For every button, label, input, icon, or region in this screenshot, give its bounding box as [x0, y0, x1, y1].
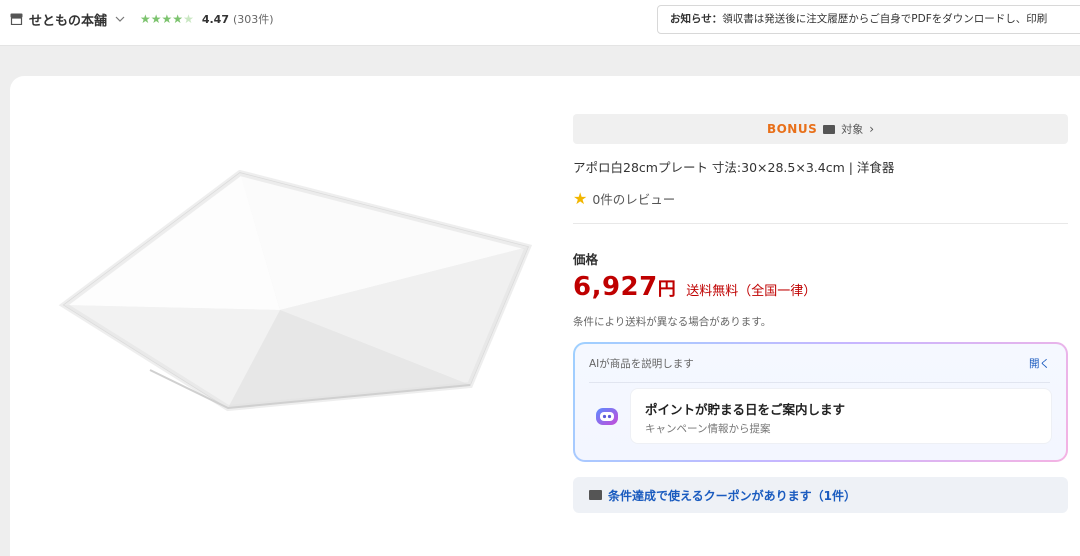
star-icon: ★ — [172, 12, 184, 26]
rating-stars: ★ ★ ★ ★ ★ — [140, 13, 194, 25]
bonus-logo: BONUS — [766, 122, 818, 136]
product-info: BONUS 対象 › アポロ白28cmプレート 寸法:30×28.5×3.4cm… — [573, 114, 1068, 513]
chevron-down-icon — [115, 16, 125, 22]
ai-description-panel: AIが商品を説明します 開く ポイントが貯まる日をご案内します キャンペーン情報… — [573, 342, 1068, 462]
coupon-banner[interactable]: 条件達成で使えるクーポンがあります（1件） — [573, 477, 1068, 513]
shipping-info: 送料無料（全国一律） — [686, 284, 817, 299]
notice-label: お知らせ： — [670, 13, 723, 25]
product-title: アポロ白28cmプレート 寸法:30×28.5×3.4cm | 洋食器 — [573, 160, 895, 175]
shop-rating[interactable]: ★ ★ ★ ★ ★ 4.47 (303件) — [140, 10, 274, 28]
shop-name: せともの本舗 — [29, 13, 108, 29]
coupon-icon — [589, 490, 602, 500]
coupon-label: 条件達成で使えるクーポンがあります（1件） — [608, 488, 856, 503]
ai-panel-inner: AIが商品を説明します 開く ポイントが貯まる日をご案内します キャンペーン情報… — [575, 344, 1066, 460]
ai-panel-header: AIが商品を説明します 開く — [589, 356, 1050, 371]
store-icon — [10, 13, 23, 25]
price-value: 6,927 — [573, 272, 658, 302]
top-bar: せともの本舗 ★ ★ ★ ★ ★ 4.47 (303件) お知らせ：領収書は発送… — [0, 0, 1080, 46]
divider — [589, 382, 1050, 383]
half-star-icon: ★ — [183, 12, 194, 26]
notice-text: 領収書は発送後に注文履歴からご自身でPDFをダウンロードし、印刷 — [722, 13, 1048, 25]
reviews-link[interactable]: ★ 0件のレビュー — [573, 189, 1068, 208]
ai-card-subtitle: キャンペーン情報から提案 — [645, 423, 771, 435]
price: 6,927円 — [573, 272, 676, 302]
bonus-banner[interactable]: BONUS 対象 › — [573, 114, 1068, 144]
price-row: 6,927円 送料無料（全国一律） — [573, 272, 1068, 302]
chevron-right-icon: › — [869, 122, 875, 136]
bonus-text: 対象 — [841, 123, 864, 136]
divider — [573, 223, 1068, 224]
currency: 円 — [657, 279, 677, 300]
shop-selector[interactable]: せともの本舗 — [10, 9, 125, 29]
product-image[interactable] — [50, 170, 540, 430]
star-icon: ★ — [150, 12, 162, 26]
star-icon: ★ — [140, 12, 151, 26]
rating-count: (303件) — [232, 13, 274, 26]
ai-open-button[interactable]: 開く — [1029, 356, 1050, 371]
star-icon: ★ — [161, 12, 173, 26]
ai-heading: AIが商品を説明します — [589, 358, 694, 370]
shipping-note: 条件により送料が異なる場合があります。 — [573, 316, 772, 328]
star-icon: ★ — [573, 188, 588, 208]
card-icon — [823, 124, 836, 134]
price-label: 価格 — [573, 252, 599, 267]
ai-card-title: ポイントが貯まる日をご案内します — [645, 402, 846, 417]
rating-score: 4.47 — [201, 12, 229, 26]
notice-banner[interactable]: お知らせ：領収書は発送後に注文履歴からご自身でPDFをダウンロードし、印刷 — [657, 5, 1080, 34]
ai-bot-icon — [596, 408, 618, 425]
reviews-count: 0件のレビュー — [592, 192, 676, 207]
ai-suggestion-card[interactable]: ポイントが貯まる日をご案内します キャンペーン情報から提案 — [631, 389, 1051, 443]
